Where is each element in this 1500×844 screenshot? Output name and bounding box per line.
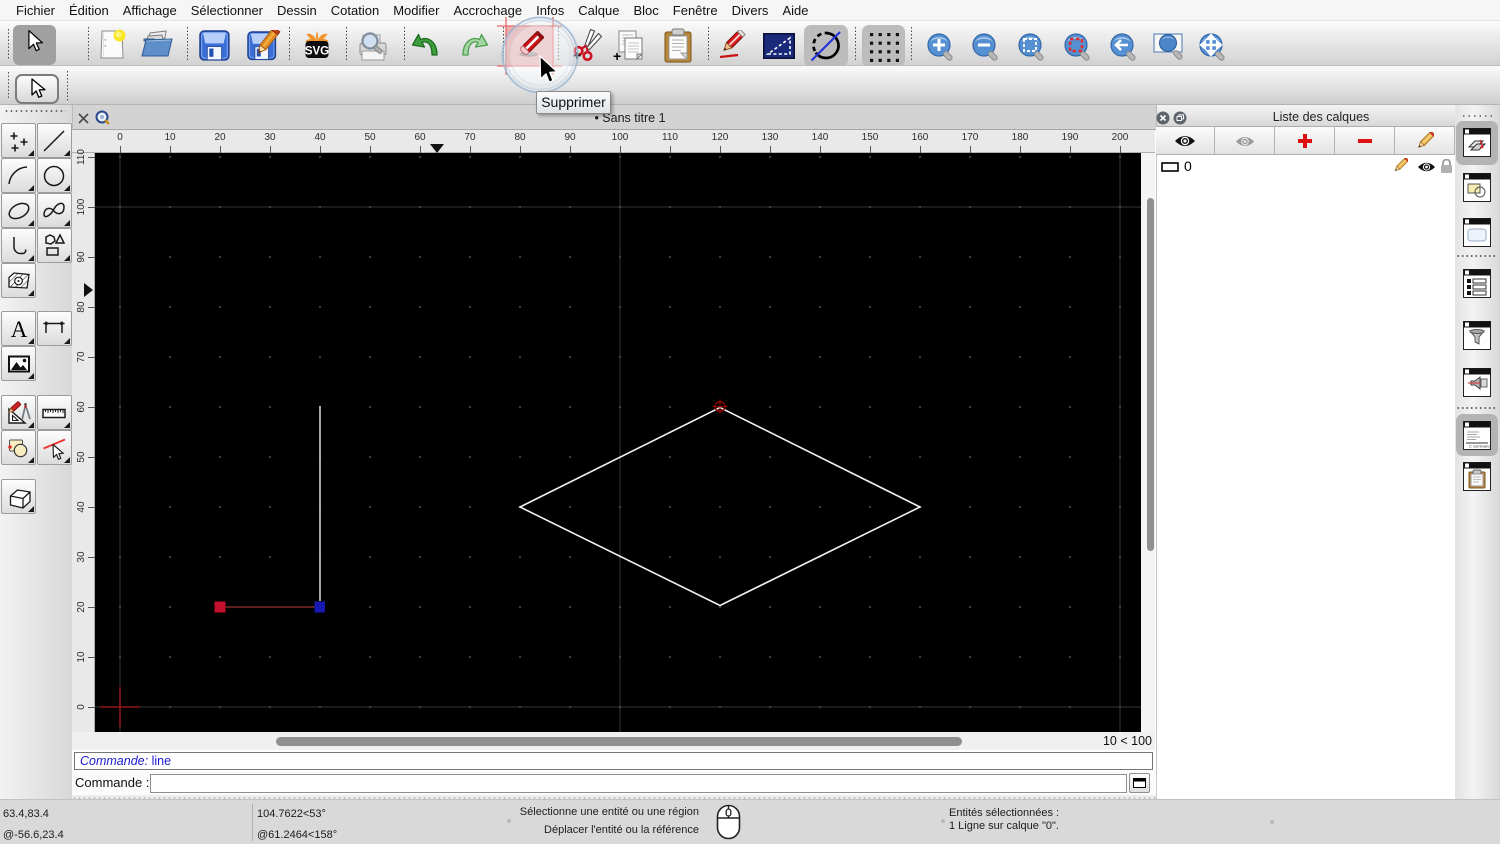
svg-text:A: A (10, 317, 27, 342)
svg-text:C commande: C commande (1469, 444, 1491, 449)
svg-text:SVG: SVG (305, 46, 329, 58)
svg-text:+: + (613, 48, 621, 64)
